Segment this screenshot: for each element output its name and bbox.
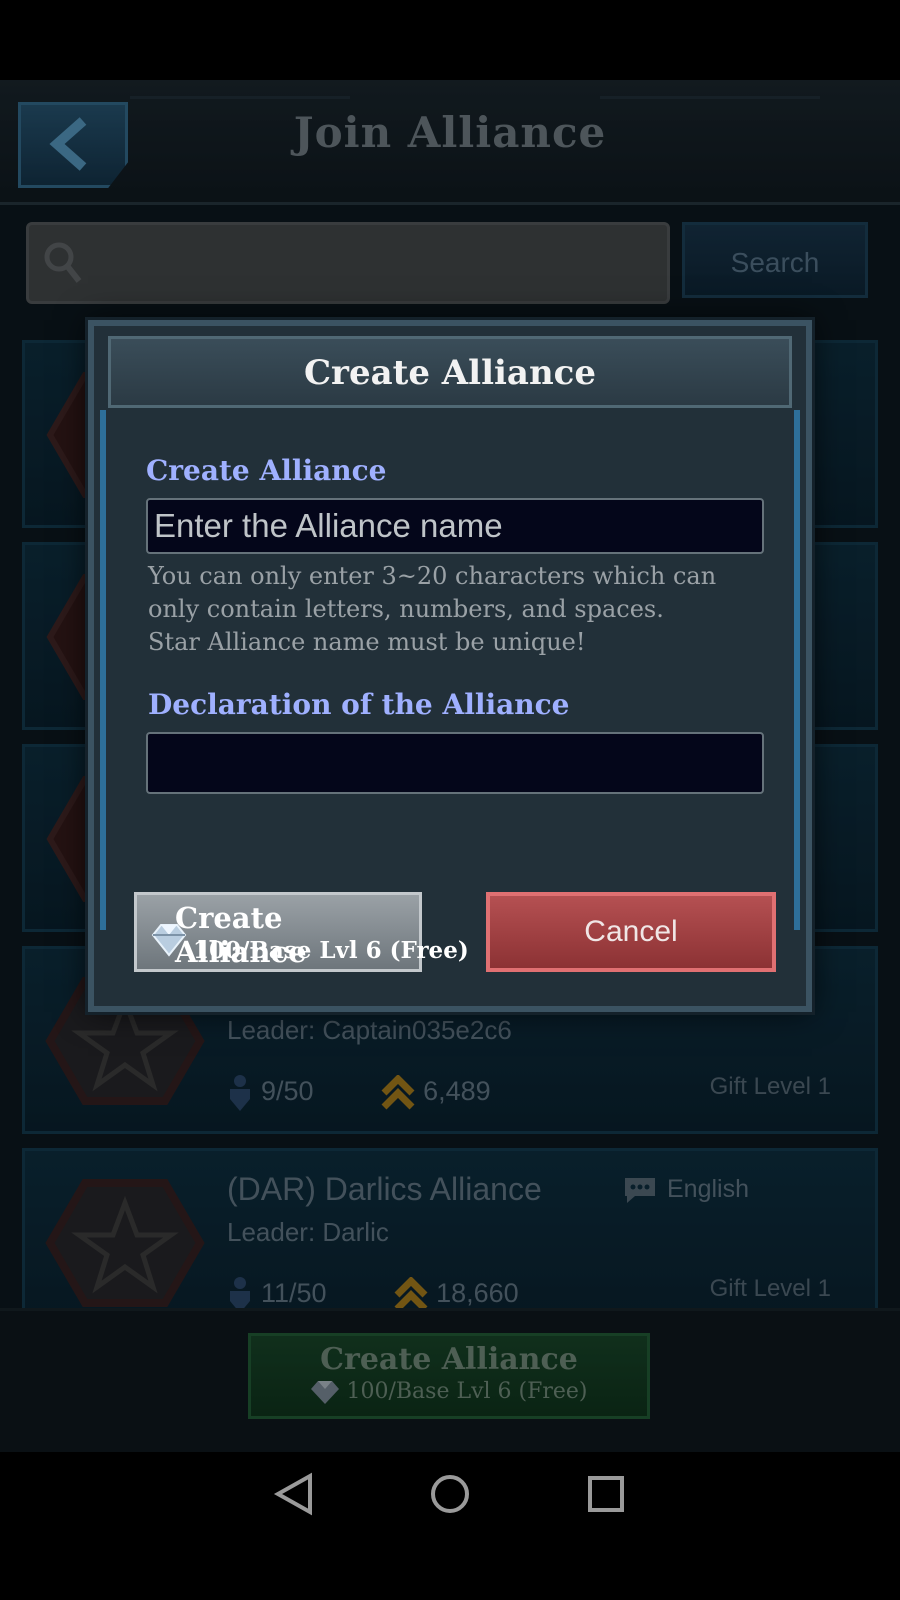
create-alliance-dialog: Create Alliance Create Alliance You can … [88,320,812,1012]
alliance-name-hint: You can only enter 3~20 characters which… [148,562,717,656]
nav-home-icon[interactable] [428,1470,472,1518]
dialog-create-cost: 100/Base Lvl 6 (Free) [193,937,469,964]
nav-recents-icon[interactable] [584,1470,628,1518]
dialog-create-button[interactable]: Create Alliance 100/Base Lvl 6 (Free) [134,892,469,972]
status-bar [0,0,900,80]
alliance-name-label: Create Alliance [146,454,387,487]
dialog-titlebar: Create Alliance [108,336,792,408]
declaration-input[interactable] [146,732,764,794]
system-nav-bar [0,1452,900,1600]
dialog-title: Create Alliance [303,353,597,393]
alliance-name-input[interactable] [146,498,764,554]
declaration-label: Declaration of the Alliance [148,688,570,721]
nav-back-icon[interactable] [272,1470,316,1518]
dialog-cancel-button[interactable]: Cancel [486,892,776,972]
